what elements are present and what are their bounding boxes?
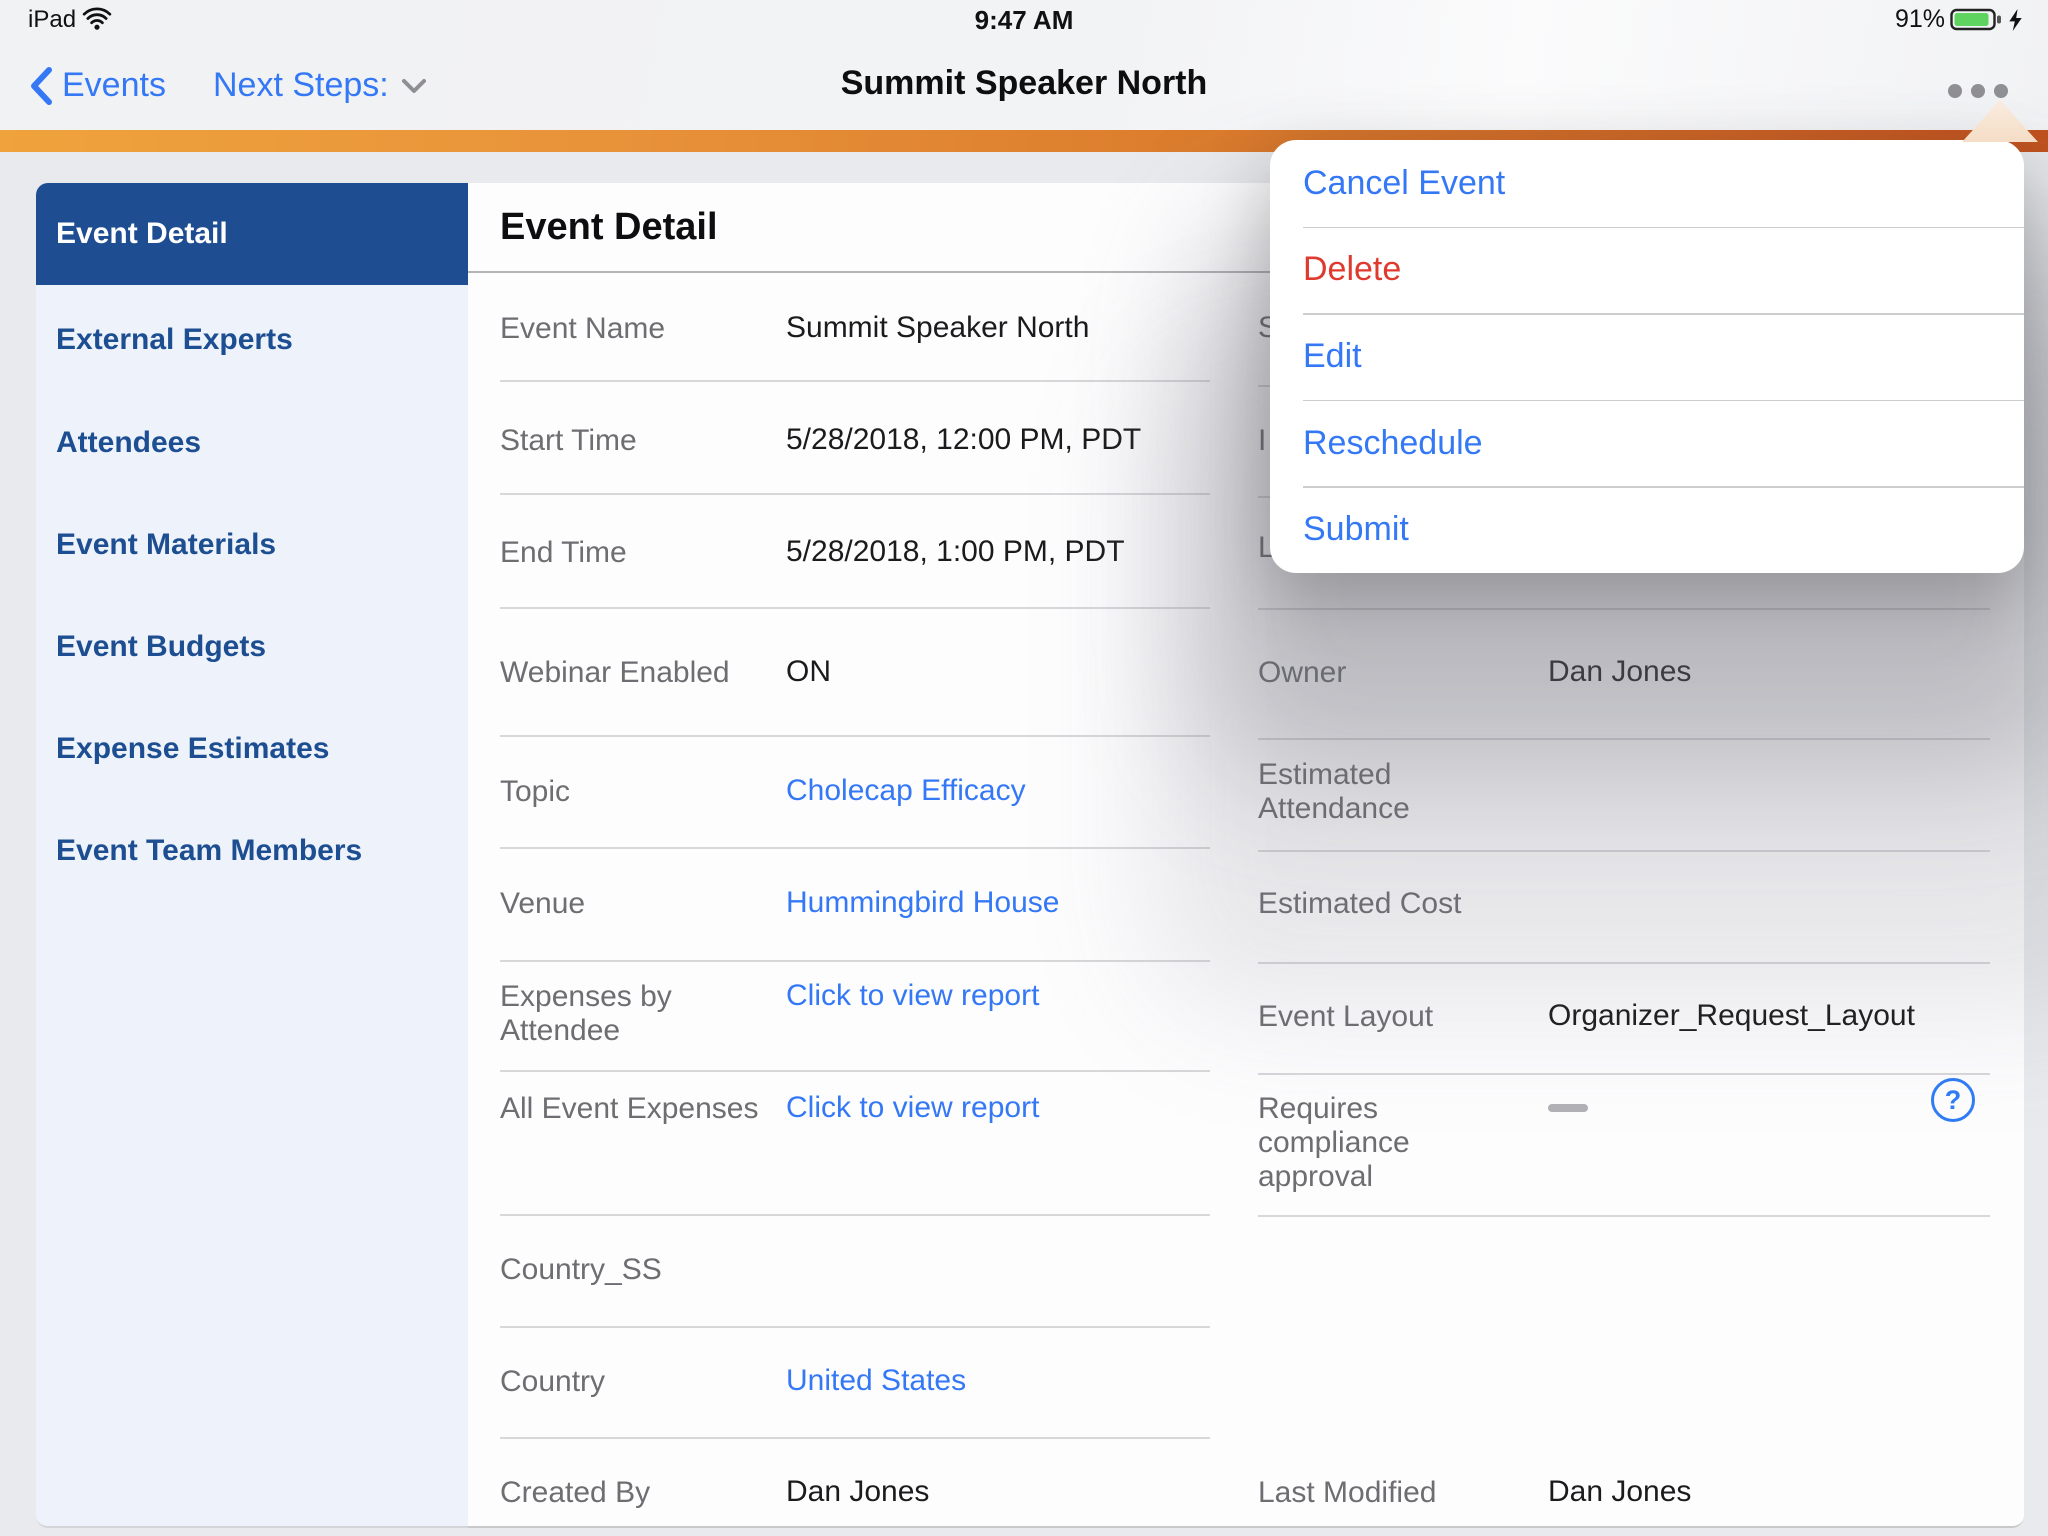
battery-percent: 91% (1894, 5, 1945, 33)
battery-status: 91% (1895, 5, 2022, 34)
field-label: Expenses by Attendee (500, 980, 672, 1047)
ellipsis-dot (1994, 84, 2008, 98)
chevron-down-icon (401, 78, 426, 93)
field-label: Requires compliance approval (1258, 1092, 1410, 1193)
row-divider (500, 735, 1210, 737)
actions-popover: Cancel Event Delete Edit Reschedule Subm… (1270, 140, 2024, 573)
menu-item-cancel-event[interactable]: Cancel Event (1270, 140, 2024, 227)
field-label: Webinar Enabled (500, 656, 730, 689)
field-label: Topic (500, 775, 571, 808)
battery-icon (1950, 8, 2001, 30)
sidebar: Event Detail External Experts Attendees … (36, 183, 468, 1528)
field-label: Venue (500, 887, 586, 920)
field-label: Estimated Attendance (1258, 758, 1410, 825)
page-title: Summit Speaker North (840, 64, 1208, 102)
clock: 9:47 AM (974, 5, 1074, 35)
back-chevron-icon (31, 66, 52, 105)
ellipsis-dot (1971, 84, 1985, 98)
row-divider (500, 1070, 1210, 1072)
menu-item-reschedule[interactable]: Reschedule (1270, 399, 2024, 487)
help-icon[interactable]: ? (1931, 1078, 1975, 1122)
menu-item-delete[interactable]: Delete (1270, 226, 2024, 314)
row-divider (1258, 1073, 1990, 1075)
field-label: Event Name (500, 312, 666, 345)
row-divider (500, 847, 1210, 849)
row-divider (1258, 962, 1990, 964)
field-label: Created By (500, 1476, 651, 1509)
all-event-expenses-report-link[interactable]: Click to view report (786, 1089, 1039, 1127)
field-label: Country (500, 1365, 606, 1398)
field-value: Organizer_Request_Layout (1548, 999, 1915, 1032)
row-divider (500, 380, 1210, 382)
wifi-icon (82, 7, 112, 36)
back-button-label: Events (62, 66, 166, 104)
sidebar-item-event-materials[interactable]: Event Materials (56, 528, 276, 562)
topic-link[interactable]: Cholecap Efficacy (786, 772, 1026, 810)
field-label: Owner (1258, 656, 1347, 689)
field-label: Event Layout (1258, 1000, 1434, 1033)
sidebar-item-expense-estimates[interactable]: Expense Estimates (56, 732, 329, 766)
more-actions-button[interactable] (1942, 78, 2014, 104)
field-label: All Event Expenses (500, 1092, 759, 1125)
field-value: 5/28/2018, 1:00 PM, PDT (786, 535, 1125, 568)
row-divider (500, 1437, 1210, 1439)
sidebar-item-event-budgets[interactable]: Event Budgets (56, 630, 266, 664)
back-button[interactable]: Events (30, 66, 166, 105)
field-value: Dan Jones (786, 1475, 930, 1508)
row-divider (500, 493, 1210, 495)
ellipsis-dot (1948, 84, 1962, 98)
empty-value-dash (1548, 1104, 1588, 1112)
menu-item-submit[interactable]: Submit (1270, 486, 2024, 573)
row-divider (1258, 608, 1990, 610)
menu-item-edit[interactable]: Edit (1270, 313, 2024, 400)
expenses-by-attendee-report-link[interactable]: Click to view report (786, 977, 1039, 1015)
sidebar-item-label: Event Detail (56, 217, 228, 250)
sidebar-item-event-detail[interactable]: Event Detail (36, 183, 468, 285)
field-value: ON (786, 655, 831, 688)
row-divider (1258, 850, 1990, 852)
field-value: Dan Jones (1548, 1475, 1692, 1508)
row-divider (1258, 1215, 1990, 1217)
next-steps-button[interactable]: Next Steps: (213, 66, 427, 105)
field-label: Last Modified (1258, 1476, 1437, 1509)
country-link[interactable]: United States (786, 1362, 966, 1400)
venue-link[interactable]: Hummingbird House (786, 884, 1059, 922)
field-value: 5/28/2018, 12:00 PM, PDT (786, 423, 1142, 456)
row-divider (500, 1214, 1210, 1216)
sidebar-item-external-experts[interactable]: External Experts (56, 323, 293, 357)
row-divider (1258, 738, 1990, 740)
field-label: Start Time (500, 424, 637, 457)
row-divider (500, 607, 1210, 609)
row-divider (500, 1326, 1210, 1328)
field-value: Summit Speaker North (786, 311, 1090, 344)
charging-bolt-icon (2009, 8, 2022, 31)
sidebar-item-attendees[interactable]: Attendees (56, 426, 201, 460)
row-divider (500, 960, 1210, 962)
field-value: Dan Jones (1548, 655, 1692, 688)
field-label: Country_SS (500, 1253, 662, 1286)
field-label: End Time (500, 536, 627, 569)
field-label: Estimated Cost (1258, 887, 1462, 920)
app-screen: iPad 9:47 AM 91% Events Next Steps: Summ… (0, 0, 2048, 1536)
top-chrome: iPad 9:47 AM 91% Events Next Steps: Summ… (0, 0, 2048, 130)
next-steps-label: Next Steps: (213, 66, 389, 104)
sidebar-item-event-team-members[interactable]: Event Team Members (56, 834, 362, 868)
device-label: iPad (28, 6, 77, 33)
